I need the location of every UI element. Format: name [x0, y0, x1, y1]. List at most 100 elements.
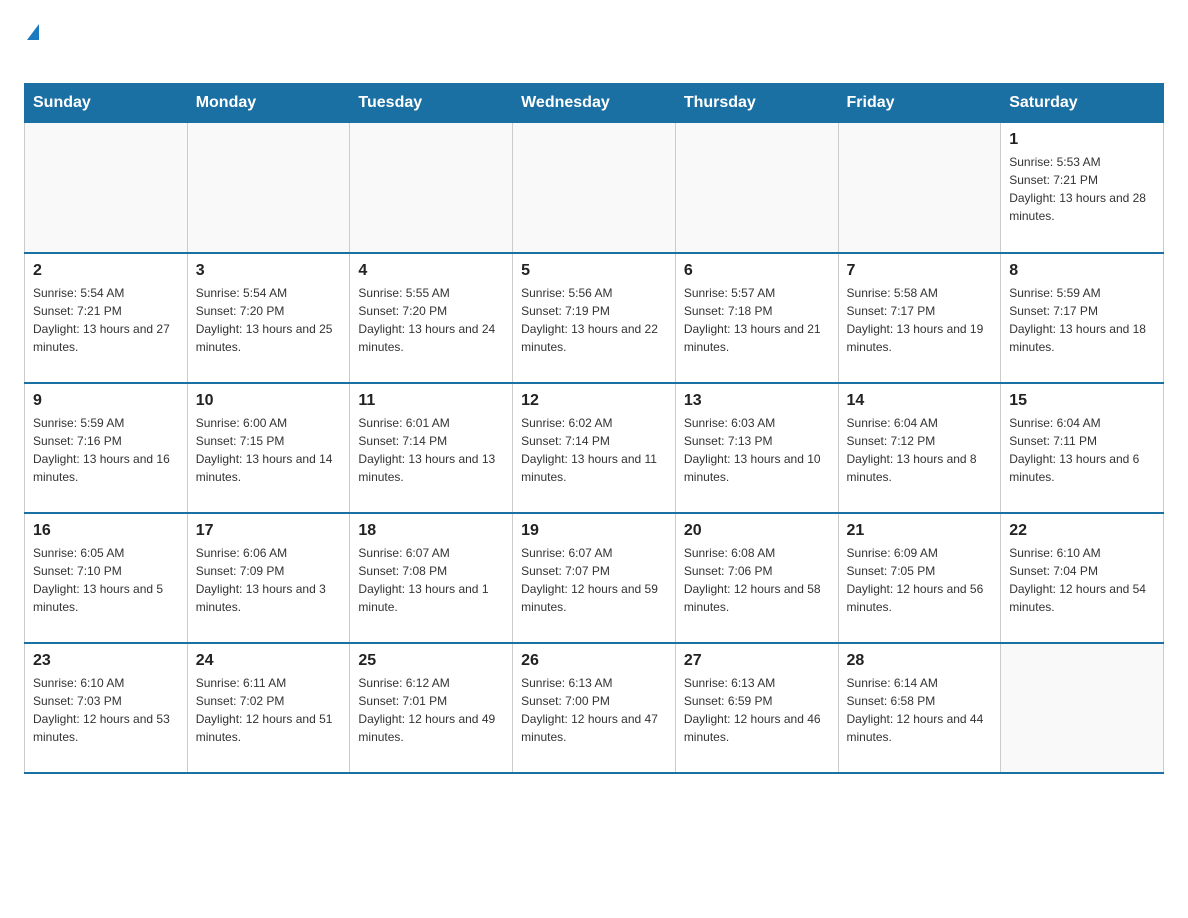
calendar-cell: 24Sunrise: 6:11 AMSunset: 7:02 PMDayligh…: [187, 643, 350, 773]
calendar-cell: 27 Sunrise: 6:13 AMSunset: 6:59 PMDayligh…: [675, 643, 838, 773]
calendar-cell: 15 Sunrise: 6:04 AMSunset: 7:11 PMDayligh…: [1001, 383, 1164, 513]
col-wednesday: Wednesday: [513, 84, 676, 123]
calendar-cell: 12 Sunrise: 6:02 AMSunset: 7:14 PMDayligh…: [513, 383, 676, 513]
calendar-cell: 26 Sunrise: 6:13 AMSunset: 7:00 PMDayligh…: [513, 643, 676, 773]
calendar-cell: 9 Sunrise: 5:59 AMSunset: 7:16 PMDaylight…: [25, 383, 188, 513]
day-info: Sunrise: 6:02 AMSunset: 7:14 PMDaylight:…: [521, 414, 667, 486]
day-info: Sunrise: 6:04 AMSunset: 7:12 PMDaylight:…: [847, 414, 993, 486]
day-info: Sunrise: 5:59 AMSunset: 7:17 PMDaylight:…: [1009, 284, 1155, 356]
logo: [24, 24, 39, 73]
day-info: Sunrise: 6:04 AMSunset: 7:11 PMDaylight:…: [1009, 414, 1155, 486]
calendar-cell: [187, 123, 350, 253]
calendar-cell: 7 Sunrise: 5:58 AMSunset: 7:17 PMDaylight…: [838, 253, 1001, 383]
day-number: 27: [684, 652, 830, 670]
day-info: Sunrise: 6:14 AMSunset: 6:58 PMDaylight:…: [847, 674, 993, 746]
day-number: 9: [33, 392, 179, 410]
day-info: Sunrise: 6:08 AMSunset: 7:06 PMDaylight:…: [684, 544, 830, 616]
calendar-cell: 6 Sunrise: 5:57 AMSunset: 7:18 PMDaylight…: [675, 253, 838, 383]
day-number: 18: [358, 522, 504, 540]
day-info: Sunrise: 6:12 AMSunset: 7:01 PMDaylight:…: [358, 674, 504, 746]
day-info: Sunrise: 6:11 AMSunset: 7:02 PMDaylight:…: [196, 674, 342, 746]
col-thursday: Thursday: [675, 84, 838, 123]
day-number: 28: [847, 652, 993, 670]
day-number: 16: [33, 522, 179, 540]
day-number: 17: [196, 522, 342, 540]
day-number: 12: [521, 392, 667, 410]
day-info: Sunrise: 6:13 AMSunset: 6:59 PMDaylight:…: [684, 674, 830, 746]
calendar-cell: [25, 123, 188, 253]
col-monday: Monday: [187, 84, 350, 123]
day-info: Sunrise: 6:05 AMSunset: 7:10 PMDaylight:…: [33, 544, 179, 616]
day-number: 5: [521, 262, 667, 280]
day-number: 4: [358, 262, 504, 280]
calendar-cell: 4 Sunrise: 5:55 AMSunset: 7:20 PMDaylight…: [350, 253, 513, 383]
day-info: Sunrise: 6:07 AMSunset: 7:07 PMDaylight:…: [521, 544, 667, 616]
calendar-week-row: 2 Sunrise: 5:54 AMSunset: 7:21 PMDaylight…: [25, 253, 1164, 383]
calendar-cell: 25 Sunrise: 6:12 AMSunset: 7:01 PMDayligh…: [350, 643, 513, 773]
day-info: Sunrise: 6:13 AMSunset: 7:00 PMDaylight:…: [521, 674, 667, 746]
day-number: 7: [847, 262, 993, 280]
calendar-cell: 19 Sunrise: 6:07 AMSunset: 7:07 PMDayligh…: [513, 513, 676, 643]
calendar-cell: 5 Sunrise: 5:56 AMSunset: 7:19 PMDaylight…: [513, 253, 676, 383]
calendar-cell: 28 Sunrise: 6:14 AMSunset: 6:58 PMDayligh…: [838, 643, 1001, 773]
day-info: Sunrise: 5:57 AMSunset: 7:18 PMDaylight:…: [684, 284, 830, 356]
day-info: Sunrise: 6:01 AMSunset: 7:14 PMDaylight:…: [358, 414, 504, 486]
day-number: 19: [521, 522, 667, 540]
day-number: 22: [1009, 522, 1155, 540]
day-number: 26: [521, 652, 667, 670]
col-tuesday: Tuesday: [350, 84, 513, 123]
day-info: Sunrise: 5:58 AMSunset: 7:17 PMDaylight:…: [847, 284, 993, 356]
calendar-cell: 23 Sunrise: 6:10 AMSunset: 7:03 PMDayligh…: [25, 643, 188, 773]
day-info: Sunrise: 5:54 AMSunset: 7:20 PMDaylight:…: [196, 284, 342, 356]
calendar-cell: 17 Sunrise: 6:06 AMSunset: 7:09 PMDayligh…: [187, 513, 350, 643]
col-saturday: Saturday: [1001, 84, 1164, 123]
calendar-cell: 22 Sunrise: 6:10 AMSunset: 7:04 PMDayligh…: [1001, 513, 1164, 643]
day-number: 23: [33, 652, 179, 670]
day-info: Sunrise: 6:10 AMSunset: 7:03 PMDaylight:…: [33, 674, 179, 746]
calendar-cell: [513, 123, 676, 253]
day-number: 25: [358, 652, 504, 670]
calendar-cell: 13 Sunrise: 6:03 AMSunset: 7:13 PMDayligh…: [675, 383, 838, 513]
day-number: 1: [1009, 131, 1155, 149]
calendar-week-row: 23 Sunrise: 6:10 AMSunset: 7:03 PMDayligh…: [25, 643, 1164, 773]
calendar-cell: [1001, 643, 1164, 773]
day-info: Sunrise: 5:56 AMSunset: 7:19 PMDaylight:…: [521, 284, 667, 356]
calendar-cell: 2 Sunrise: 5:54 AMSunset: 7:21 PMDaylight…: [25, 253, 188, 383]
day-number: 21: [847, 522, 993, 540]
calendar-cell: 1Sunrise: 5:53 AMSunset: 7:21 PMDaylight…: [1001, 123, 1164, 253]
day-number: 13: [684, 392, 830, 410]
day-number: 3: [196, 262, 342, 280]
day-info: Sunrise: 6:09 AMSunset: 7:05 PMDaylight:…: [847, 544, 993, 616]
page-header: [24, 24, 1164, 73]
col-sunday: Sunday: [25, 84, 188, 123]
calendar-cell: 14 Sunrise: 6:04 AMSunset: 7:12 PMDayligh…: [838, 383, 1001, 513]
calendar-cell: 11 Sunrise: 6:01 AMSunset: 7:14 PMDayligh…: [350, 383, 513, 513]
day-number: 6: [684, 262, 830, 280]
calendar-cell: [350, 123, 513, 253]
day-info: Sunrise: 5:55 AMSunset: 7:20 PMDaylight:…: [358, 284, 504, 356]
day-info: Sunrise: 5:54 AMSunset: 7:21 PMDaylight:…: [33, 284, 179, 356]
calendar-header-row: Sunday Monday Tuesday Wednesday Thursday…: [25, 84, 1164, 123]
calendar-cell: 16 Sunrise: 6:05 AMSunset: 7:10 PMDayligh…: [25, 513, 188, 643]
col-friday: Friday: [838, 84, 1001, 123]
calendar-week-row: 16 Sunrise: 6:05 AMSunset: 7:10 PMDayligh…: [25, 513, 1164, 643]
calendar-week-row: 1Sunrise: 5:53 AMSunset: 7:21 PMDaylight…: [25, 123, 1164, 253]
day-number: 2: [33, 262, 179, 280]
day-info: Sunrise: 6:06 AMSunset: 7:09 PMDaylight:…: [196, 544, 342, 616]
day-info: Sunrise: 5:59 AMSunset: 7:16 PMDaylight:…: [33, 414, 179, 486]
calendar-table: Sunday Monday Tuesday Wednesday Thursday…: [24, 83, 1164, 774]
day-info: Sunrise: 6:03 AMSunset: 7:13 PMDaylight:…: [684, 414, 830, 486]
day-number: 20: [684, 522, 830, 540]
calendar-cell: 20 Sunrise: 6:08 AMSunset: 7:06 PMDayligh…: [675, 513, 838, 643]
day-info: Sunrise: 6:00 AMSunset: 7:15 PMDaylight:…: [196, 414, 342, 486]
day-number: 14: [847, 392, 993, 410]
calendar-cell: 18Sunrise: 6:07 AMSunset: 7:08 PMDayligh…: [350, 513, 513, 643]
day-number: 11: [358, 392, 504, 410]
calendar-cell: [838, 123, 1001, 253]
day-number: 10: [196, 392, 342, 410]
calendar-week-row: 9 Sunrise: 5:59 AMSunset: 7:16 PMDaylight…: [25, 383, 1164, 513]
day-info: Sunrise: 6:10 AMSunset: 7:04 PMDaylight:…: [1009, 544, 1155, 616]
calendar-cell: 21 Sunrise: 6:09 AMSunset: 7:05 PMDayligh…: [838, 513, 1001, 643]
calendar-cell: 8Sunrise: 5:59 AMSunset: 7:17 PMDaylight…: [1001, 253, 1164, 383]
day-number: 15: [1009, 392, 1155, 410]
